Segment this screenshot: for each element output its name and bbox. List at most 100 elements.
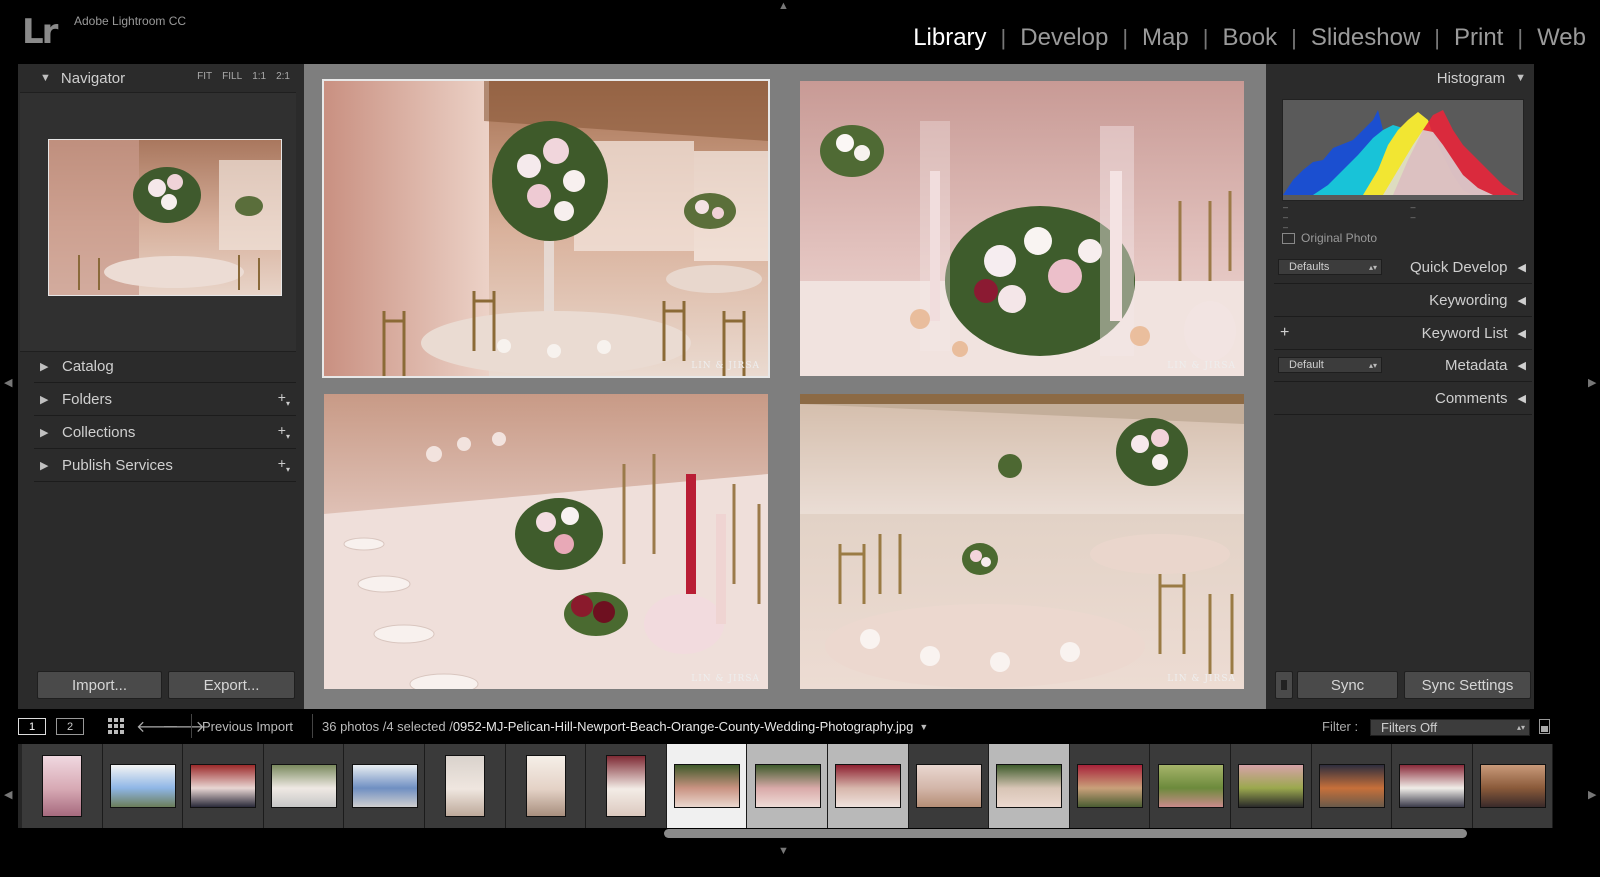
panel-keywording[interactable]: Keywording ◀ (1274, 284, 1532, 317)
filmstrip-cell[interactable] (747, 744, 828, 828)
expand-triangle-icon[interactable]: ▶ (40, 459, 48, 472)
filmstrip-cell[interactable] (828, 744, 909, 828)
panel-comments[interactable]: Comments ◀ (1274, 382, 1532, 415)
histogram-graph[interactable] (1282, 99, 1524, 201)
filmstrip-thumbnail[interactable] (1480, 764, 1547, 808)
secondary-window-button[interactable]: 2 (56, 718, 84, 735)
filmstrip-thumbnail[interactable] (915, 764, 982, 808)
expand-triangle-icon[interactable]: ◀ (1518, 327, 1526, 340)
filmstrip-cell[interactable] (666, 744, 748, 828)
filmstrip-thumbnail[interactable] (1077, 764, 1144, 808)
filmstrip-cell[interactable] (263, 744, 345, 828)
survey-photo-1[interactable]: LIN & JIRSA (322, 79, 770, 378)
sync-button[interactable]: Sync (1297, 671, 1398, 699)
filmstrip-scrollbar[interactable] (664, 829, 1467, 838)
checkbox-icon[interactable] (1282, 232, 1295, 244)
filter-select[interactable]: Filters Off ▴▾ (1370, 719, 1530, 736)
collapse-triangle-icon[interactable]: ▼ (40, 72, 51, 84)
panel-folders[interactable]: ▶ Folders +▾ (34, 383, 296, 416)
expand-triangle-icon[interactable]: ◀ (1518, 261, 1526, 274)
survey-photo-4[interactable]: LIN & JIRSA (800, 394, 1244, 689)
metadata-preset-select[interactable]: Default ▴▾ (1278, 357, 1382, 373)
filmstrip-thumbnail[interactable] (271, 764, 338, 808)
filmstrip-cell[interactable] (425, 744, 506, 828)
add-collection-icon[interactable]: +▾ (278, 422, 290, 441)
filmstrip-thumbnail[interactable] (1399, 764, 1466, 808)
filmstrip-thumbnail[interactable] (445, 755, 486, 817)
auto-sync-switch[interactable] (1275, 671, 1293, 699)
forward-arrow-icon[interactable]: 🡒 (162, 716, 205, 737)
bottom-panel-toggle-icon[interactable]: ▼ (778, 845, 789, 857)
source-label[interactable]: Previous Import (202, 719, 293, 734)
dropdown-caret-icon[interactable]: ▼ (919, 722, 928, 734)
filmstrip-cell[interactable] (586, 744, 667, 828)
filmstrip-cell[interactable] (1472, 744, 1554, 828)
expand-triangle-icon[interactable]: ▶ (40, 360, 48, 373)
collapse-triangle-icon[interactable]: ▼ (1515, 72, 1526, 84)
filmstrip-cell[interactable] (183, 744, 264, 828)
filmstrip-cell[interactable] (22, 744, 103, 828)
filmstrip-left-toggle-icon[interactable]: ◀ (4, 788, 12, 801)
expand-triangle-icon[interactable]: ▶ (40, 426, 48, 439)
filmstrip-cell[interactable] (1069, 744, 1151, 828)
right-panel-toggle-icon[interactable]: ▶ (1588, 376, 1596, 389)
filmstrip-thumbnail[interactable] (606, 755, 647, 817)
filmstrip-cell[interactable] (1392, 744, 1473, 828)
zoom-1-1[interactable]: 1:1 (252, 71, 266, 82)
filmstrip-thumbnail[interactable] (351, 764, 418, 808)
sync-settings-button[interactable]: Sync Settings (1404, 671, 1531, 699)
zoom-fill[interactable]: FILL (222, 71, 242, 82)
module-web[interactable]: Web (1537, 24, 1586, 52)
filmstrip-thumbnail[interactable] (525, 755, 566, 817)
main-window-button[interactable]: 1 (18, 718, 46, 735)
filmstrip-thumbnail[interactable] (1238, 764, 1305, 808)
zoom-2-1[interactable]: 2:1 (276, 71, 290, 82)
filmstrip-thumbnail[interactable] (1318, 764, 1385, 808)
panel-collections[interactable]: ▶ Collections +▾ (34, 416, 296, 449)
panel-catalog[interactable]: ▶ Catalog (34, 350, 296, 383)
module-develop[interactable]: Develop (1020, 24, 1108, 52)
filmstrip-cell[interactable] (1150, 744, 1231, 828)
expand-triangle-icon[interactable]: ▶ (40, 393, 48, 406)
filmstrip-cell[interactable] (102, 744, 184, 828)
navigator-header[interactable]: ▼ Navigator FIT FILL 1:1 2:1 (40, 64, 302, 92)
filmstrip-cell[interactable] (1231, 744, 1312, 828)
filmstrip-cell[interactable] (908, 744, 990, 828)
panel-keyword-list[interactable]: + Keyword List ◀ (1274, 317, 1532, 350)
filmstrip-cell[interactable] (989, 744, 1070, 828)
grid-view-icon[interactable] (108, 718, 124, 739)
import-button[interactable]: Import... (37, 671, 162, 699)
navigator-preview-image[interactable] (48, 139, 282, 296)
module-book[interactable]: Book (1222, 24, 1277, 52)
survey-photo-2[interactable]: LIN & JIRSA (800, 81, 1244, 376)
photo-count-path[interactable]: 36 photos /4 selected / 0952-MJ-Pelican-… (322, 719, 928, 734)
filmstrip-thumbnail[interactable] (109, 764, 176, 808)
filter-lock-icon[interactable] (1539, 719, 1550, 734)
expand-triangle-icon[interactable]: ◀ (1518, 392, 1526, 405)
filmstrip-thumbnail[interactable] (42, 755, 83, 817)
export-button[interactable]: Export... (168, 671, 295, 699)
add-folder-icon[interactable]: +▾ (278, 389, 290, 408)
filmstrip-thumbnail[interactable] (674, 764, 741, 808)
filmstrip-cell[interactable] (1311, 744, 1393, 828)
expand-triangle-icon[interactable]: ◀ (1518, 359, 1526, 372)
add-keyword-icon[interactable]: + (1280, 324, 1289, 342)
module-map[interactable]: Map (1142, 24, 1189, 52)
module-slideshow[interactable]: Slideshow (1311, 24, 1420, 52)
histogram-header[interactable]: Histogram ▼ (1274, 64, 1532, 92)
filmstrip-thumbnail[interactable] (1157, 764, 1224, 808)
expand-triangle-icon[interactable]: ◀ (1518, 294, 1526, 307)
module-library[interactable]: Library (913, 24, 986, 52)
filmstrip-cell[interactable] (505, 744, 587, 828)
add-publish-service-icon[interactable]: +▾ (278, 455, 290, 474)
survey-photo-3[interactable]: LIN & JIRSA (324, 394, 768, 689)
filmstrip-right-toggle-icon[interactable]: ▶ (1588, 788, 1596, 801)
module-print[interactable]: Print (1454, 24, 1503, 52)
zoom-fit[interactable]: FIT (197, 71, 212, 82)
quick-develop-preset-select[interactable]: Defaults ▴▾ (1278, 259, 1382, 275)
panel-publish-services[interactable]: ▶ Publish Services +▾ (34, 449, 296, 482)
top-panel-toggle-icon[interactable]: ▲ (778, 0, 789, 12)
filmstrip-thumbnail[interactable] (754, 764, 821, 808)
filmstrip-thumbnail[interactable] (996, 764, 1063, 808)
filmstrip-thumbnail[interactable] (835, 764, 902, 808)
